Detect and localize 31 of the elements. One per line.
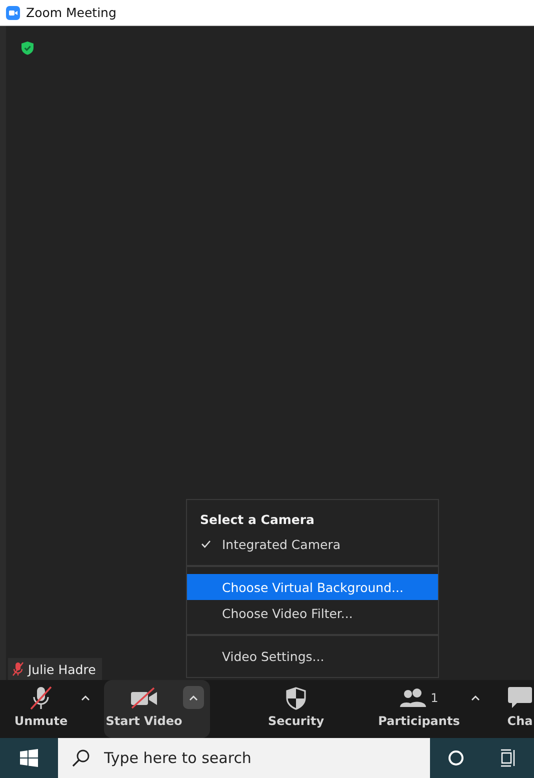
checkmark-icon — [201, 540, 211, 548]
app-logo-icon — [6, 6, 20, 20]
encryption-shield-icon[interactable] — [21, 41, 34, 55]
toolbar-button[interactable]: 1 Participants — [366, 680, 490, 738]
menu-item-label: Choose Virtual Background... — [222, 580, 404, 594]
search-icon — [72, 749, 90, 767]
menu-item[interactable]: Choose Virtual Background... — [187, 574, 438, 600]
caret-button[interactable] — [183, 686, 204, 709]
window-title: Zoom Meeting — [26, 5, 116, 20]
participant-name: Julie Hadre — [28, 662, 96, 676]
chat-bubble-icon — [507, 686, 533, 710]
menu-item-label: Integrated Camera — [222, 536, 340, 552]
menu-item-label: Choose Video Filter... — [222, 606, 353, 620]
windows-logo-icon — [20, 749, 38, 767]
toolbar-button[interactable]: Cha — [500, 680, 534, 738]
caret-icon — [81, 694, 90, 700]
caret-icon — [189, 694, 198, 700]
muted-microphone-icon — [28, 686, 54, 710]
toolbar-button[interactable]: Security — [256, 680, 336, 738]
menu-item[interactable]: Choose Video Filter... — [187, 600, 438, 626]
shield-icon — [286, 686, 306, 710]
menu-item-label: Video Settings... — [222, 648, 324, 664]
menu-item[interactable]: Video Settings... — [187, 643, 438, 669]
menu-heading: Select a Camera — [199, 512, 316, 529]
participants-icon — [400, 688, 428, 708]
toolbar-button[interactable]: Unmute — [8, 680, 100, 738]
menu-item[interactable]: Integrated Camera — [187, 531, 438, 557]
caret-icon — [471, 694, 480, 700]
toolbar-button[interactable]: Start Video — [104, 680, 210, 738]
video-off-icon — [130, 687, 158, 709]
search-field[interactable]: Type here to search — [58, 738, 430, 778]
